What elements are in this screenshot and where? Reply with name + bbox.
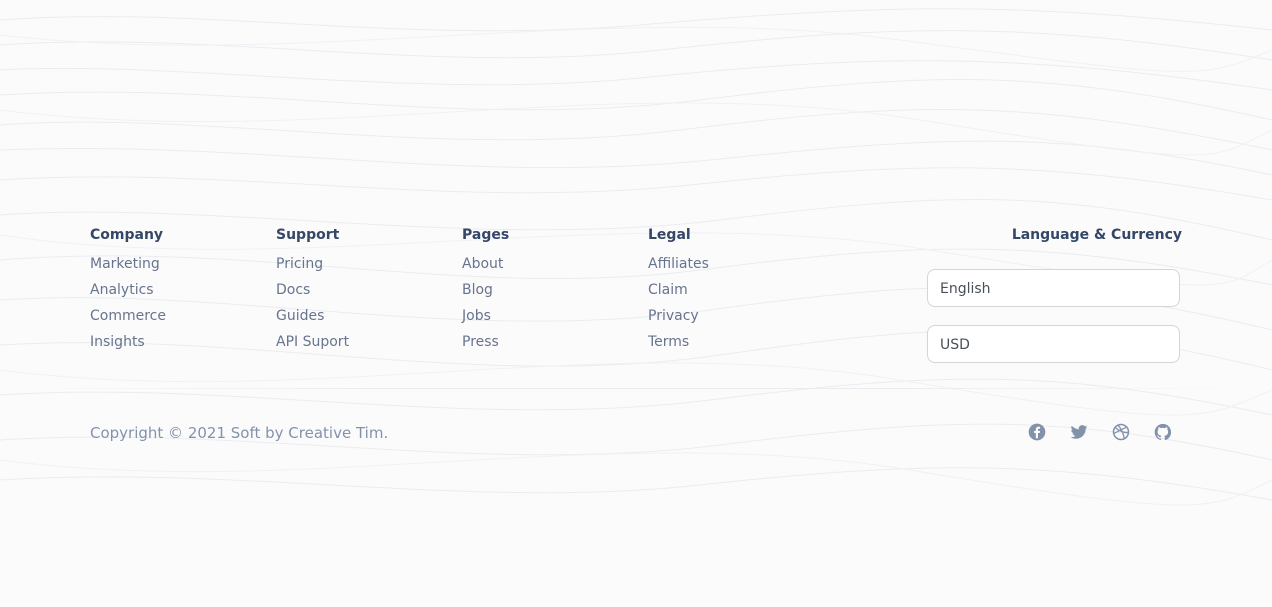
currency-select[interactable]: USD (927, 325, 1180, 363)
github-icon[interactable] (1153, 422, 1173, 442)
footer-link-commerce[interactable]: Commerce (90, 307, 166, 333)
footer-link-privacy[interactable]: Privacy (648, 307, 709, 333)
language-select[interactable]: English (927, 269, 1180, 307)
footer-column-legal: Legal Affiliates Claim Privacy Terms (648, 226, 709, 359)
footer-column-support: Support Pricing Docs Guides API Suport (276, 226, 349, 359)
copyright-text: Copyright © 2021 Soft by Creative Tim. (90, 424, 389, 442)
footer-link-blog[interactable]: Blog (462, 281, 509, 307)
footer-divider (0, 388, 1272, 389)
footer-column-company: Company Marketing Analytics Commerce Ins… (90, 226, 166, 359)
language-currency-section: Language & Currency English USD (927, 226, 1182, 363)
footer: Company Marketing Analytics Commerce Ins… (0, 0, 1272, 607)
column-title: Legal (648, 227, 691, 243)
footer-link-about[interactable]: About (462, 255, 509, 281)
language-currency-title: Language & Currency (1011, 227, 1182, 243)
twitter-icon[interactable] (1069, 422, 1089, 442)
footer-link-api-support[interactable]: API Suport (276, 333, 349, 359)
footer-link-analytics[interactable]: Analytics (90, 281, 166, 307)
footer-link-pricing[interactable]: Pricing (276, 255, 349, 281)
footer-link-jobs[interactable]: Jobs (462, 307, 509, 333)
dribbble-icon[interactable] (1111, 422, 1131, 442)
footer-link-claim[interactable]: Claim (648, 281, 709, 307)
footer-column-pages: Pages About Blog Jobs Press (462, 226, 509, 359)
column-title: Support (276, 227, 340, 243)
footer-link-terms[interactable]: Terms (648, 333, 709, 359)
footer-link-docs[interactable]: Docs (276, 281, 349, 307)
social-links (1026, 422, 1186, 444)
footer-link-affiliates[interactable]: Affiliates (648, 255, 709, 281)
facebook-icon[interactable] (1027, 422, 1047, 442)
footer-link-guides[interactable]: Guides (276, 307, 349, 333)
footer-link-insights[interactable]: Insights (90, 333, 166, 359)
column-title: Pages (462, 227, 510, 243)
footer-link-press[interactable]: Press (462, 333, 509, 359)
footer-link-marketing[interactable]: Marketing (90, 255, 166, 281)
column-title: Company (90, 227, 164, 243)
